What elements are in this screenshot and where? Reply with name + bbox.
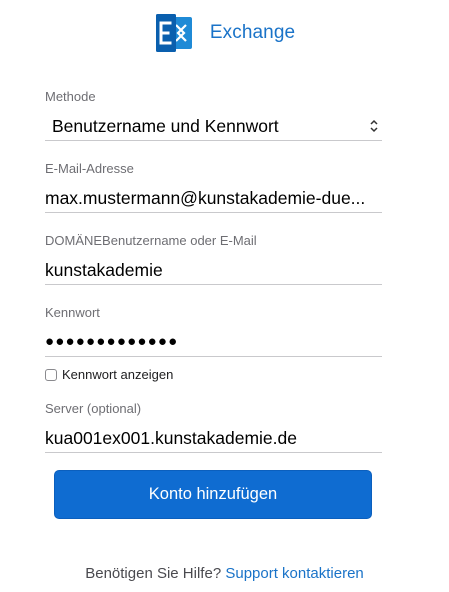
username-underline [45,284,382,285]
email-input[interactable]: max.mustermann@kunstakademie-due... [45,187,382,209]
email-label: E-Mail-Adresse [45,161,134,176]
show-password-row[interactable]: Kennwort anzeigen [45,367,173,382]
server-field[interactable]: Server (optional) kua001ex001.kunstakade… [45,401,382,453]
add-exchange-account-page: Exchange Methode Benutzername und Kennwo… [0,0,449,592]
up-down-chevron-icon [368,118,380,134]
password-field[interactable]: Kennwort ●●●●●●●●●●●●● [45,305,382,357]
add-account-button[interactable]: Konto hinzufügen [54,470,372,519]
exchange-logo-icon [154,13,196,53]
show-password-label[interactable]: Kennwort anzeigen [62,367,173,382]
password-input[interactable]: ●●●●●●●●●●●●● [45,331,382,353]
support-contact-link[interactable]: Support kontaktieren [225,565,363,582]
username-field[interactable]: DOMÄNEBenutzername oder E-Mail kunstakad… [45,233,382,285]
password-label: Kennwort [45,305,100,320]
password-underline [45,356,382,357]
help-row: Benötigen Sie Hilfe? Support kontaktiere… [0,565,449,582]
method-field: Methode Benutzername und Kennwort [45,89,382,141]
email-field[interactable]: E-Mail-Adresse max.mustermann@kunstakade… [45,161,382,213]
username-label: DOMÄNEBenutzername oder E-Mail [45,233,257,248]
help-text: Benötigen Sie Hilfe? [85,565,222,582]
server-label: Server (optional) [45,401,142,416]
app-title: Exchange [209,22,296,43]
method-select[interactable]: Benutzername und Kennwort [45,115,382,137]
method-underline [45,140,382,141]
show-password-checkbox[interactable] [45,368,57,381]
method-select-value: Benutzername und Kennwort [52,115,279,136]
server-underline [45,452,382,453]
header: Exchange [0,12,449,54]
username-input[interactable]: kunstakademie [45,259,382,281]
method-label: Methode [45,89,96,104]
server-input[interactable]: kua001ex001.kunstakademie.de [45,427,382,449]
email-underline [45,212,382,213]
